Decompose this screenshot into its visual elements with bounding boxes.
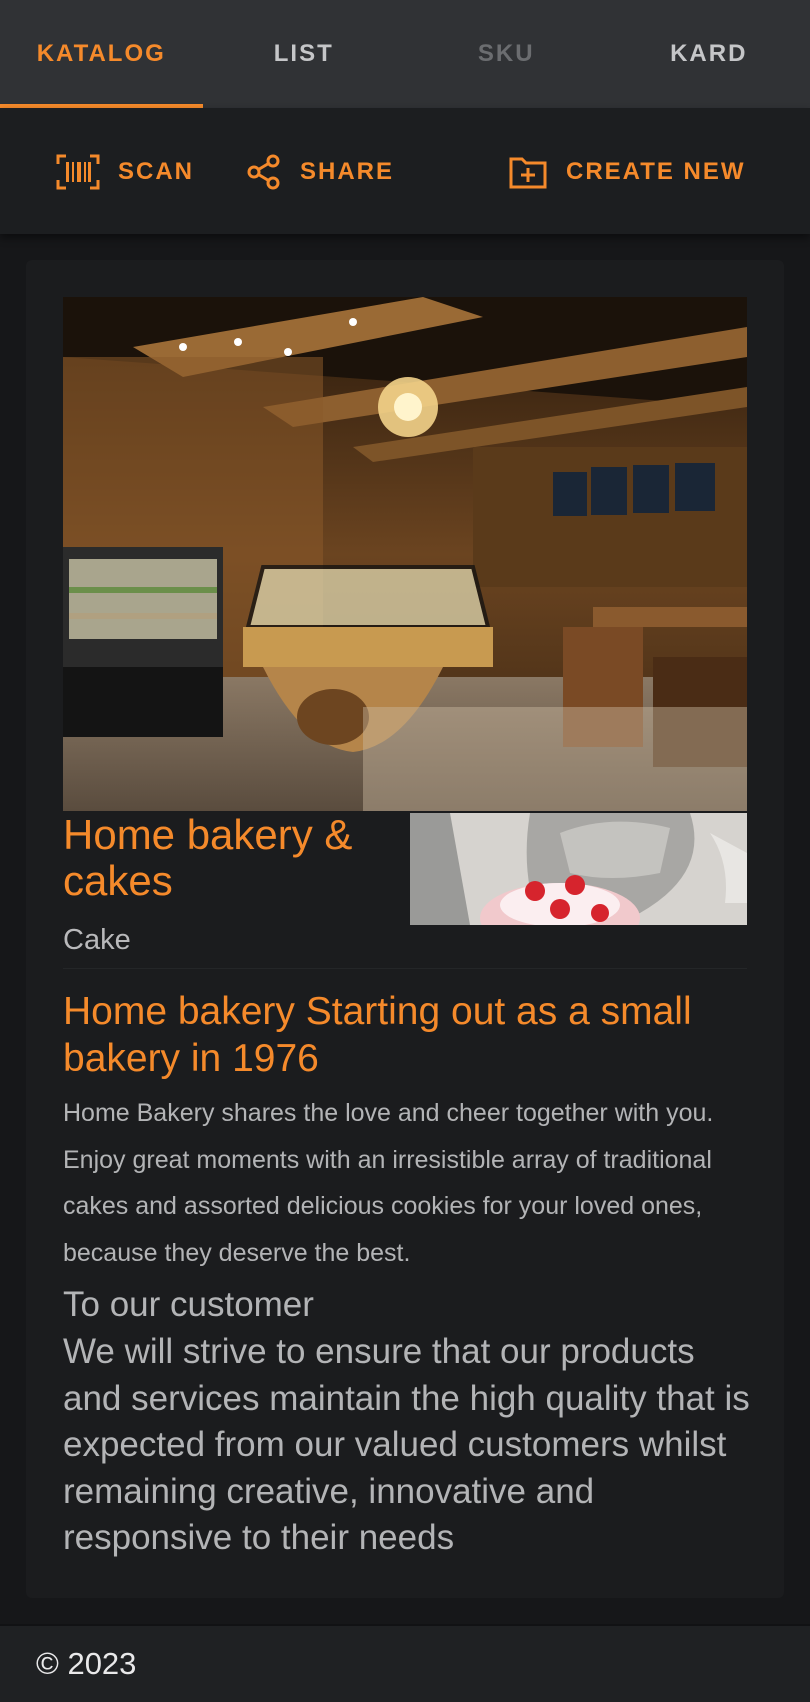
customer-section-title: To our customer <box>63 1285 314 1324</box>
footer: © 2023 <box>0 1624 810 1702</box>
tab-katalog[interactable]: KATALOG <box>0 0 203 108</box>
item-title: Home bakery & cakes <box>63 811 353 904</box>
customer-section-body: We will strive to ensure that our produc… <box>63 1332 750 1557</box>
share-label: SHARE <box>300 158 395 185</box>
scan-label: SCAN <box>118 158 195 185</box>
item-headline: Home bakery Starting out as a small bake… <box>63 990 692 1080</box>
tab-list[interactable]: LIST <box>203 0 406 108</box>
tab-kard[interactable]: KARD <box>608 0 810 108</box>
scan-button[interactable]: SCAN <box>56 142 194 202</box>
copyright-text: © 2023 <box>36 1646 137 1681</box>
bakery-interior-image[interactable] <box>63 297 747 811</box>
tab-sku[interactable]: SKU <box>405 0 608 108</box>
item-description: Home Bakery shares the love and cheer to… <box>63 1099 714 1267</box>
share-button[interactable]: SHARE <box>246 142 394 202</box>
create-new-label: CREATE NEW <box>566 158 746 185</box>
divider <box>63 968 747 969</box>
tab-bar: KATALOG LIST SKU KARD <box>0 0 810 108</box>
action-toolbar: SCAN SHARE CREATE NEW <box>0 108 810 234</box>
share-icon <box>247 154 280 190</box>
item-category: Cake <box>63 924 131 956</box>
cake-thumbnail-image[interactable] <box>410 813 747 925</box>
add-box-icon <box>509 157 547 189</box>
barcode-scan-icon <box>56 154 100 190</box>
create-new-button[interactable]: CREATE NEW <box>508 142 746 202</box>
